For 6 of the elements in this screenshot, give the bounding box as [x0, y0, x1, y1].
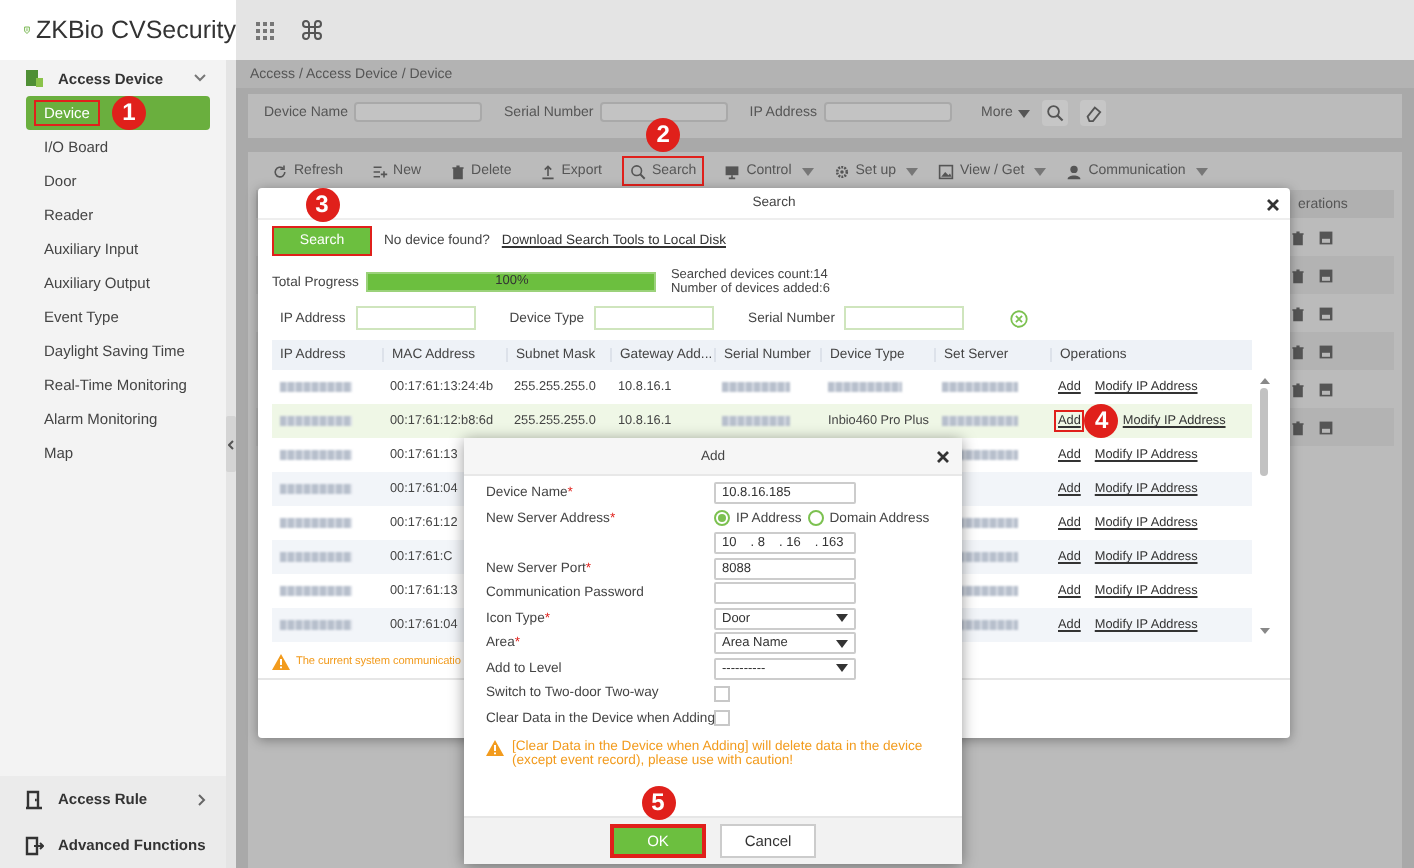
step-badge: 2 — [646, 118, 681, 152]
step-badge: 3 — [305, 188, 339, 222]
step-badge: 1 — [111, 96, 146, 130]
step-badge: 4 — [1084, 404, 1119, 438]
step-badge: 5 — [641, 786, 675, 820]
app-logo: ZKBio CVSecurity — [35, 16, 236, 44]
